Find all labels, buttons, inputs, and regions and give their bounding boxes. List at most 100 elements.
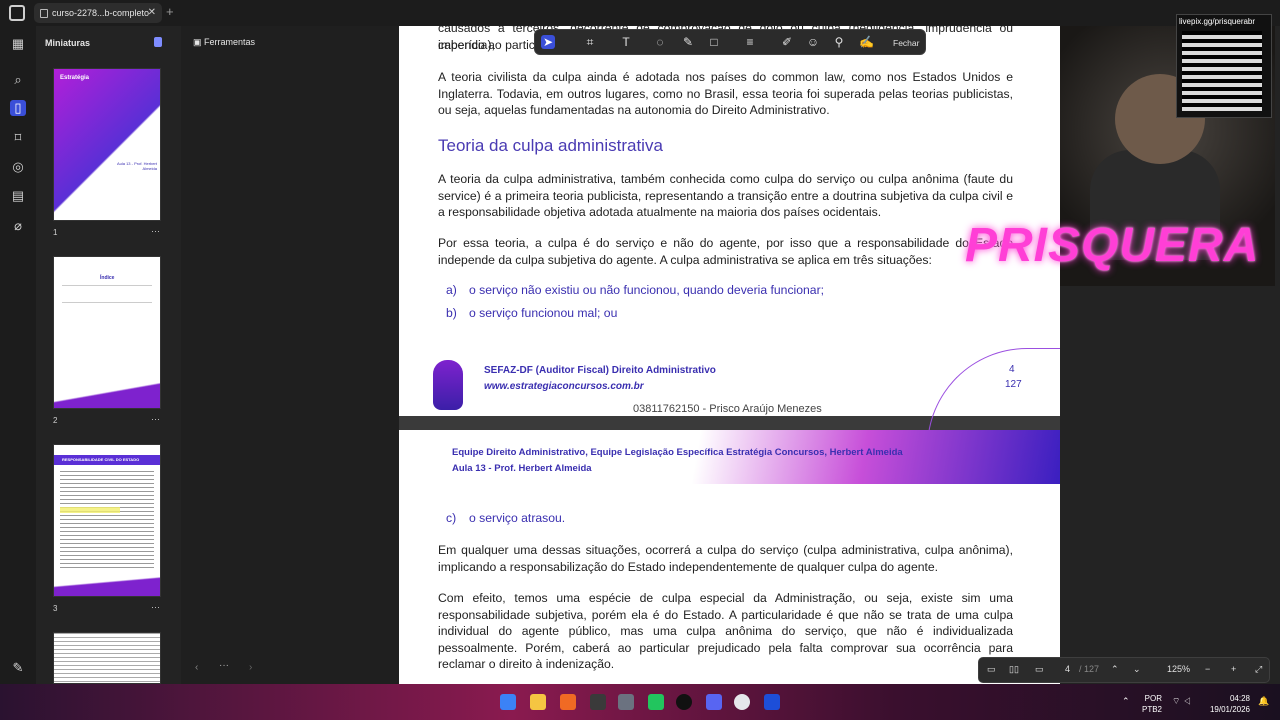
notifications-icon[interactable]: 🔔: [1258, 696, 1269, 707]
thumb-text-lines: [60, 471, 154, 571]
page-navigation-bar: ▭ ▯▯ ▭ 4 / 127 ⌃ ⌄ 125% − + ⤢: [978, 657, 1270, 683]
select-icon[interactable]: ➤: [541, 35, 555, 49]
bookmark-icon[interactable]: ⌑: [10, 130, 26, 146]
tab-document[interactable]: curso-2278...b-completo ✕: [34, 3, 162, 23]
next-icon[interactable]: ›: [249, 662, 252, 673]
tab-title: curso-2278...b-completo: [52, 8, 150, 18]
browser-icon[interactable]: [560, 694, 576, 710]
page-header-lesson: Aula 13 - Prof. Herbert Almeida: [452, 463, 592, 474]
zoom-out-icon[interactable]: −: [1205, 664, 1210, 674]
pdf-page-5: Equipe Direito Administrativo, Equipe Le…: [399, 430, 1060, 684]
list-item: o serviço não existiu ou não funcionou, …: [469, 283, 825, 297]
section-heading: Teoria da culpa administrativa: [438, 136, 663, 155]
footer-course: SEFAZ-DF (Auditor Fiscal) Direito Admini…: [484, 365, 716, 376]
start-icon[interactable]: [500, 694, 516, 710]
network-icon[interactable]: ⌔ ◁: [1172, 696, 1191, 707]
taskbar: ⌃ POR PTB2 ⌔ ◁ 04:28 19/01/2026 🔔: [0, 684, 1280, 720]
tools-button[interactable]: ▣ Ferramentas: [193, 37, 255, 48]
tools-panel: ▣ Ferramentas ‹ ··· ›: [181, 26, 399, 684]
app-icon[interactable]: [734, 694, 750, 710]
pencil-icon[interactable]: ✐: [780, 35, 794, 49]
home-icon[interactable]: [9, 5, 25, 21]
list-marker: c): [446, 511, 457, 525]
rectangle-icon[interactable]: □: [707, 35, 721, 49]
chat-icon[interactable]: [706, 694, 722, 710]
signature-icon[interactable]: ✍: [859, 35, 874, 49]
text-tool-icon[interactable]: T: [619, 35, 633, 49]
two-page-icon[interactable]: ▯▯: [1009, 664, 1019, 675]
footer-owner: 03811762150 - Prisco Araújo Menezes: [633, 403, 822, 415]
paragraph: Em qualquer uma dessas situações, ocorre…: [438, 543, 1013, 574]
sign-icon[interactable]: ✎: [10, 660, 26, 676]
new-tab-icon[interactable]: +: [166, 4, 174, 19]
strikethrough-icon[interactable]: ≡: [743, 35, 757, 49]
close-tab-icon[interactable]: ✕: [148, 7, 156, 18]
comment-icon[interactable]: ◌: [653, 35, 667, 49]
left-rail: ▦ ⌕ ▯ ⌑ ◎ ▤ ⌀ ✎: [0, 26, 36, 684]
obs-icon[interactable]: [676, 694, 692, 710]
present-icon[interactable]: ▭: [1035, 664, 1044, 675]
thumb-number: 3: [53, 604, 58, 613]
more-icon[interactable]: ···: [151, 602, 160, 612]
page-total: / 127: [1079, 664, 1100, 674]
attachment-icon[interactable]: ⌀: [10, 218, 26, 234]
layers-icon[interactable]: ▤: [10, 188, 26, 204]
paragraph: Por essa teoria, a culpa é do serviço e …: [438, 236, 1013, 267]
document-viewer[interactable]: causados a terceiros, decorrente de comp…: [399, 26, 1060, 684]
close-toolbar-button[interactable]: Fechar: [893, 38, 919, 48]
apps-icon[interactable]: ▦: [10, 36, 26, 52]
highlighter-icon[interactable]: ✎: [681, 35, 695, 49]
terminal-icon[interactable]: [590, 694, 606, 710]
qr-label: livepix.gg/prisquerabr: [1179, 17, 1256, 26]
clock-time[interactable]: 04:28: [1200, 694, 1250, 703]
crop-icon[interactable]: ⌗: [583, 35, 597, 49]
list-marker: a): [446, 283, 457, 297]
tools-label: Ferramentas: [204, 37, 256, 47]
app-icon[interactable]: [618, 694, 634, 710]
comments-icon[interactable]: ◎: [10, 159, 26, 175]
page-input[interactable]: 4: [1065, 664, 1070, 674]
pin-icon[interactable]: [154, 37, 162, 47]
tray-expand-icon[interactable]: ⌃: [1122, 696, 1130, 707]
pdf-reader-icon[interactable]: [764, 694, 780, 710]
lang-code[interactable]: POR: [1138, 694, 1162, 703]
thumb-lesson: Aula 13 - Prof. Herbert Almeida: [116, 161, 157, 171]
stream-brand-logo: PRISQUERA: [965, 219, 1260, 272]
stamp-icon[interactable]: ⚲: [832, 35, 846, 49]
document-icon: [40, 9, 48, 18]
list-marker: b): [446, 306, 457, 320]
clock-date[interactable]: 19/01/2026: [1200, 705, 1250, 714]
thumb-number: 2: [53, 416, 58, 425]
thumbnail-page-1[interactable]: Estratégia Aula 13 - Prof. Herbert Almei…: [53, 68, 161, 221]
app-icon[interactable]: [648, 694, 664, 710]
prev-page-icon[interactable]: ⌃: [1111, 664, 1119, 675]
fullscreen-icon[interactable]: ⤢: [1255, 664, 1262, 675]
more-icon[interactable]: ···: [151, 414, 160, 424]
thumbnail-page-3[interactable]: RESPONSABILIDADE CIVIL DO ESTADO: [53, 444, 161, 597]
prev-icon[interactable]: ‹: [195, 662, 198, 673]
search-icon[interactable]: ⌕: [10, 72, 26, 88]
page-header-authors: Equipe Direito Administrativo, Equipe Le…: [452, 447, 903, 458]
thumbnail-page-2[interactable]: Índice: [53, 256, 161, 409]
lang-layout[interactable]: PTB2: [1138, 705, 1162, 714]
list-item: o serviço atrasou.: [469, 511, 566, 525]
file-explorer-icon[interactable]: [530, 694, 546, 710]
next-page-icon[interactable]: ⌄: [1133, 664, 1141, 675]
thumb-brand: Estratégia: [60, 75, 90, 81]
thumb-highlight: [60, 507, 120, 513]
paragraph: A teoria civilista da culpa ainda é adot…: [438, 70, 1013, 117]
list-item: o serviço funcionou mal; ou: [469, 306, 618, 320]
thumbnails-icon[interactable]: ▯: [10, 100, 26, 116]
footer-site: www.estrategiaconcursos.com.br: [484, 381, 644, 392]
sticker-icon[interactable]: ☺: [806, 35, 820, 49]
more-icon[interactable]: ···: [219, 660, 229, 671]
zoom-level[interactable]: 125%: [1167, 664, 1190, 674]
thumbnail-page-4[interactable]: [53, 632, 161, 684]
more-icon[interactable]: ···: [151, 226, 160, 236]
qr-code: [1182, 31, 1262, 111]
thumb-number: 1: [53, 228, 58, 237]
panel-title: Miniaturas: [45, 38, 91, 48]
zoom-in-icon[interactable]: +: [1231, 664, 1236, 674]
fit-page-icon[interactable]: ▭: [987, 664, 996, 675]
pdf-page-4: causados a terceiros, decorrente de comp…: [399, 26, 1060, 468]
